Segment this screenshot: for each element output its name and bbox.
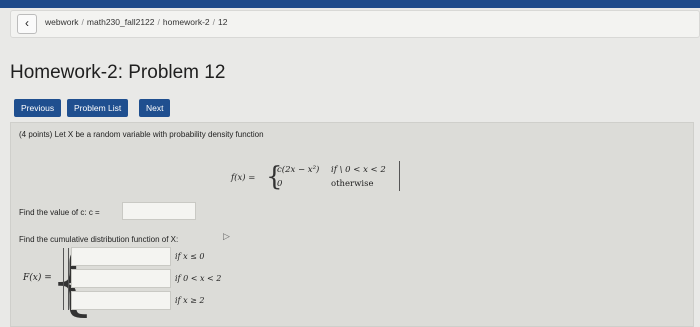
breadcrumb-trail: webwork / math230_fall2122/homework-2/12 bbox=[45, 17, 228, 27]
top-header-bar bbox=[0, 0, 700, 8]
cdf-cond-row2: if 0 < x < 2 bbox=[175, 274, 222, 283]
pdf-case1-cond: if \ 0 < x < 2 bbox=[331, 165, 386, 175]
problem-intro: (4 points) Let X be a random variable wi… bbox=[19, 130, 264, 139]
mouse-cursor-icon: ▷ bbox=[223, 231, 230, 241]
pdf-case2-cond: otherwise bbox=[331, 179, 374, 189]
breadcrumb: ‹ webwork / math230_fall2122/homework-2/12 bbox=[10, 10, 700, 38]
breadcrumb-item-course[interactable]: math230_fall2122 bbox=[87, 17, 155, 27]
cdf-input-row1[interactable] bbox=[71, 247, 171, 266]
cdf-cond-row3: if x ≥ 2 bbox=[175, 296, 205, 305]
pdf-divider bbox=[399, 161, 400, 191]
c-answer-input[interactable] bbox=[122, 202, 196, 220]
cdf-prompt: Find the cumulative distribution functio… bbox=[19, 235, 179, 244]
pdf-case2-expr: 0 bbox=[277, 179, 283, 189]
page-title: Homework-2: Problem 12 bbox=[10, 62, 226, 83]
previous-button[interactable]: Previous bbox=[14, 99, 62, 117]
cdf-input-row2[interactable] bbox=[71, 269, 171, 288]
cdf-matrix-bars bbox=[63, 248, 69, 310]
breadcrumb-item-set[interactable]: homework-2 bbox=[163, 17, 210, 27]
problem-panel: (4 points) Let X be a random variable wi… bbox=[10, 122, 694, 327]
find-c-label: Find the value of c: c = bbox=[19, 208, 100, 217]
next-button[interactable]: Next bbox=[139, 99, 171, 117]
cdf-cond-row1: if x ≤ 0 bbox=[175, 252, 205, 261]
cdf-lhs: F(x) = bbox=[23, 273, 52, 283]
chevron-left-icon[interactable]: ‹ bbox=[17, 14, 37, 34]
pdf-case1-expr: c(2x − x²) bbox=[277, 165, 320, 175]
pdf-formula: f(x) = { c(2x − x²) if \ 0 < x < 2 0 oth… bbox=[231, 161, 411, 195]
breadcrumb-item-webwork[interactable]: webwork bbox=[45, 17, 79, 27]
problem-list-button[interactable]: Problem List bbox=[67, 99, 129, 117]
cdf-input-row3[interactable] bbox=[71, 291, 171, 310]
pdf-lhs: f(x) = bbox=[231, 173, 256, 183]
breadcrumb-item-problem: 12 bbox=[218, 17, 228, 27]
